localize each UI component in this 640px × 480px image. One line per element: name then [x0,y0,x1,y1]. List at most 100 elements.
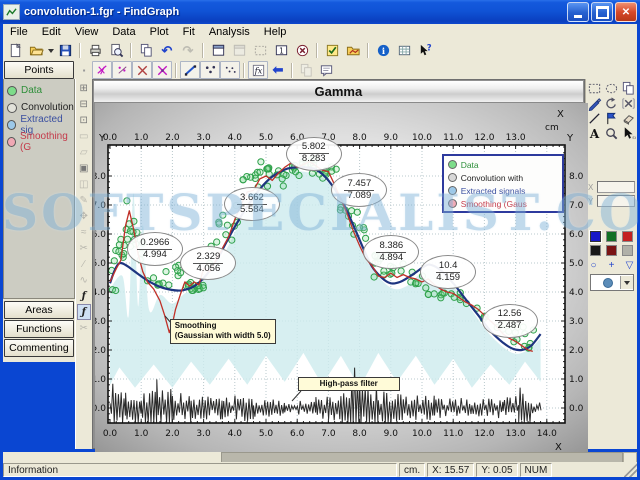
copy-points-button[interactable]: ◫ [77,176,91,192]
maximize-button[interactable] [591,2,613,22]
new-plot-button[interactable] [208,42,228,60]
draw-line-button[interactable] [180,61,200,79]
data-point[interactable] [216,221,222,227]
menu-view[interactable]: View [68,25,106,39]
eyedropper-button[interactable] [586,96,603,111]
new-document-button[interactable] [5,42,25,60]
data-point[interactable] [398,268,404,274]
data-point[interactable] [112,287,118,293]
menu-plot[interactable]: Plot [143,25,176,39]
resize-grip[interactable] [624,463,637,477]
paste-comment-button[interactable] [316,61,336,79]
graph-gallery-button[interactable] [343,42,363,60]
data-point[interactable] [219,212,225,218]
add-group-button[interactable]: ▱ [77,144,91,160]
wizard-button[interactable] [322,42,342,60]
transform-points-button[interactable]: fx [248,61,268,79]
add-plot-object-button[interactable]: ⊡ [77,112,91,128]
data-point[interactable] [309,170,315,176]
delete-plot-button[interactable] [292,42,312,60]
x-coordinate-field[interactable] [597,181,635,193]
smooth-tool-button[interactable]: ∿ [77,272,91,288]
pointer-tool-button[interactable]: sv [620,126,637,141]
data-point[interactable] [163,269,169,275]
save-button[interactable] [55,42,75,60]
select-lasso-button[interactable] [603,81,620,96]
tab-commenting[interactable]: Commenting [4,339,74,357]
menu-help[interactable]: Help [257,25,294,39]
cut-curve-button[interactable]: ✂ [77,240,91,256]
select-rect-button[interactable] [586,81,603,96]
add-area-button[interactable]: ▭ [77,128,91,144]
data-point[interactable] [333,166,339,172]
data-point[interactable] [111,258,117,264]
data-point[interactable] [257,159,263,165]
properties-button[interactable]: i [373,42,393,60]
data-point[interactable] [356,225,362,231]
paste-points-button[interactable]: ▣ [77,160,91,176]
plot-title-bar[interactable]: Gamma [94,81,583,103]
data-table-button[interactable] [394,42,414,60]
data-point[interactable] [264,166,270,172]
scissors-button[interactable]: ✂ [77,320,91,336]
draw-scatter-small-button[interactable] [220,61,240,79]
color-swatch[interactable] [622,231,633,242]
draw-scatter-button[interactable] [200,61,220,79]
menu-analysis[interactable]: Analysis [202,25,257,39]
color-swatch[interactable] [622,245,633,256]
marker-dropdown[interactable] [590,274,634,291]
undo-zoom-button[interactable]: ⬅ [268,61,288,79]
menu-file[interactable]: File [3,25,35,39]
title-bar[interactable]: convolution-1.fgr - FindGraph ✕ [0,0,640,24]
print-button[interactable] [85,42,105,60]
tab-areas[interactable]: Areas [4,301,74,319]
fill-flag-button[interactable] [603,111,620,126]
data-point[interactable] [127,228,133,234]
edit-points-button[interactable] [92,61,112,79]
color-swatch[interactable] [606,231,617,242]
filter-points-button[interactable] [152,61,172,79]
color-swatch[interactable] [606,245,617,256]
copy-plot-button[interactable] [296,61,316,79]
data-point[interactable] [431,291,437,297]
marker-style-button[interactable]: ▽ [623,259,636,271]
marker-style-button[interactable]: ○ [587,259,600,271]
plot-template-button[interactable] [229,42,249,60]
zoom-tool-button[interactable] [603,126,620,141]
move-points-button[interactable]: ✎ [77,192,91,208]
color-swatch[interactable] [590,231,601,242]
data-point[interactable] [380,268,386,274]
data-point[interactable] [371,274,377,280]
marker-style-button[interactable]: + [605,259,618,271]
join-curve-button[interactable]: ∕ [77,256,91,272]
context-help-button[interactable]: ? [415,42,435,60]
data-point[interactable] [150,275,156,281]
data-point[interactable] [224,222,230,228]
paste-object-button[interactable] [620,81,637,96]
menu-edit[interactable]: Edit [35,25,68,39]
rotate-selection-button[interactable] [603,96,620,111]
data-point[interactable] [240,177,246,183]
menu-fit[interactable]: Fit [176,25,202,39]
data-point[interactable] [425,291,431,297]
minimize-button[interactable] [567,2,589,22]
series-item-1[interactable]: Data [4,82,74,99]
chart-area[interactable]: 0.01.02.03.04.05.06.07.08.09.010.011.012… [95,103,588,447]
data-point[interactable] [172,264,178,270]
f-ms-button[interactable]: ƒ [77,288,91,304]
data-point[interactable] [354,209,360,215]
data-point[interactable] [422,285,428,291]
dropdown-arrow-icon[interactable] [620,276,633,289]
drag-points-button[interactable]: ✥ [77,208,91,224]
close-button[interactable]: ✕ [615,2,637,22]
data-point[interactable] [279,176,285,182]
y-coordinate-field[interactable] [597,195,635,207]
undo-button[interactable]: ↶ [157,42,177,60]
copy-button[interactable] [136,42,156,60]
text-tool-button[interactable]: A [586,126,603,141]
color-swatch[interactable] [590,245,601,256]
data-point[interactable] [213,239,219,245]
open-file-button[interactable] [26,42,46,60]
redo-button[interactable]: ↷ [178,42,198,60]
edit-curve-button[interactable]: ≈ [77,224,91,240]
